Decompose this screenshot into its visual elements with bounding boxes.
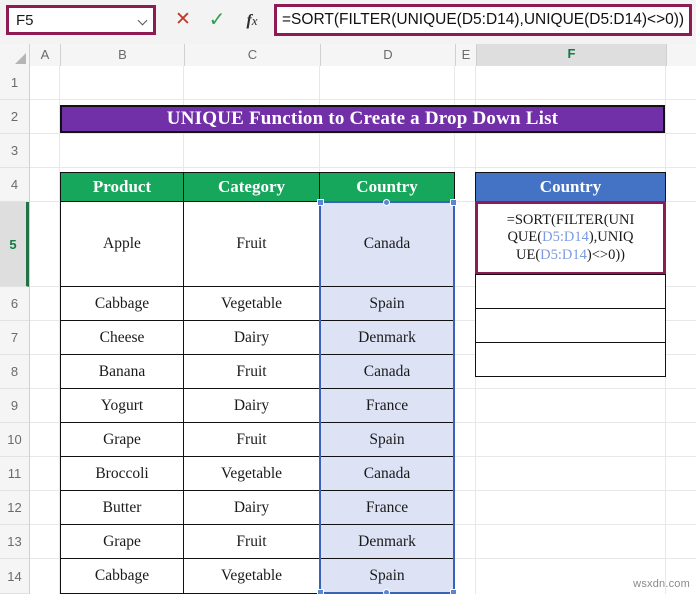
gridline-h xyxy=(30,133,696,134)
spreadsheet-grid: A B C D E F 1 2 3 4 5 6 7 8 9 10 11 12 1… xyxy=(0,44,696,594)
name-box[interactable]: F5 xyxy=(6,5,156,35)
row-header-11[interactable]: 11 xyxy=(0,457,29,491)
row-header-1[interactable]: 1 xyxy=(0,66,29,100)
row-header-strip: 1 2 3 4 5 6 7 8 9 10 11 12 13 14 xyxy=(0,66,30,594)
table-cell-country[interactable]: Spain xyxy=(319,422,455,457)
formula-line-2a: QUE( xyxy=(507,229,543,246)
table-cell-category[interactable]: Fruit xyxy=(183,422,320,457)
table-header-category: Category xyxy=(183,172,320,202)
table-cell-product[interactable]: Cheese xyxy=(60,320,184,355)
row-header-10[interactable]: 10 xyxy=(0,423,29,457)
column-header-d[interactable]: D xyxy=(321,44,456,66)
formula-line-1: =SORT(FILTER(UNI xyxy=(506,212,635,229)
column-header-c[interactable]: C xyxy=(185,44,321,66)
sheet-canvas[interactable]: UNIQUE Function to Create a Drop Down Li… xyxy=(30,66,696,594)
table-cell-product[interactable]: Grape xyxy=(60,422,184,457)
column-header-b[interactable]: B xyxy=(61,44,185,66)
row-header-3[interactable]: 3 xyxy=(0,134,29,168)
table-cell-category[interactable]: Dairy xyxy=(183,388,320,423)
formula-ref-2: D5:D14 xyxy=(540,246,587,263)
row-header-6[interactable]: 6 xyxy=(0,287,29,321)
row-header-2[interactable]: 2 xyxy=(0,100,29,134)
table-cell-product[interactable]: Cabbage xyxy=(60,286,184,321)
table-cell-category[interactable]: Vegetable xyxy=(183,456,320,491)
column-header-f[interactable]: F xyxy=(477,44,667,68)
select-all-corner[interactable] xyxy=(0,44,30,66)
table-cell-country[interactable]: Canada xyxy=(319,201,455,287)
gridline-h xyxy=(30,167,696,168)
table-cell-country[interactable]: Spain xyxy=(319,558,455,594)
cancel-icon[interactable]: ✕ xyxy=(171,9,195,31)
title-banner: UNIQUE Function to Create a Drop Down Li… xyxy=(60,105,665,133)
table-cell-category[interactable]: Vegetable xyxy=(183,558,320,594)
table-cell-country[interactable]: France xyxy=(319,388,455,423)
row-header-4[interactable]: 4 xyxy=(0,168,29,202)
active-cell-f5[interactable]: =SORT(FILTER(UNI QUE(D5:D14),UNIQ UE(D5:… xyxy=(475,201,666,275)
table-header-country: Country xyxy=(319,172,455,202)
row-header-12[interactable]: 12 xyxy=(0,491,29,525)
table-cell-country[interactable]: Denmark xyxy=(319,320,455,355)
formula-line-3b: )<>0)) xyxy=(586,246,625,263)
table-cell-product[interactable]: Apple xyxy=(60,201,184,287)
table-cell-product[interactable]: Banana xyxy=(60,354,184,389)
table-cell-category[interactable]: Dairy xyxy=(183,320,320,355)
column-header-e[interactable]: E xyxy=(456,44,477,66)
table-cell-country[interactable]: Canada xyxy=(319,456,455,491)
row-header-7[interactable]: 7 xyxy=(0,321,29,355)
column-header-strip: A B C D E F xyxy=(0,44,696,68)
watermark: wsxdn.com xyxy=(633,578,690,590)
active-cell-formula-text: =SORT(FILTER(UNI QUE(D5:D14),UNIQ UE(D5:… xyxy=(507,212,635,263)
output-cell-f6[interactable] xyxy=(475,274,666,309)
row-header-13[interactable]: 13 xyxy=(0,525,29,559)
name-box-value: F5 xyxy=(16,11,34,29)
formula-input[interactable]: =SORT(FILTER(UNIQUE(D5:D14),UNIQUE(D5:D1… xyxy=(274,4,692,36)
table-cell-country[interactable]: Denmark xyxy=(319,524,455,559)
row-header-8[interactable]: 8 xyxy=(0,355,29,389)
output-cell-f8[interactable] xyxy=(475,342,666,377)
table-cell-country[interactable]: France xyxy=(319,490,455,525)
enter-icon[interactable]: ✓ xyxy=(205,9,229,31)
table-cell-category[interactable]: Fruit xyxy=(183,201,320,287)
insert-function-icon[interactable]: fx xyxy=(240,9,264,31)
row-header-14[interactable]: 14 xyxy=(0,559,29,594)
formula-line-3a: UE( xyxy=(515,246,541,263)
table-cell-country[interactable]: Canada xyxy=(319,354,455,389)
table-cell-category[interactable]: Dairy xyxy=(183,490,320,525)
row-header-5[interactable]: 5 xyxy=(0,202,29,287)
formula-line-2b: ),UNIQ xyxy=(588,229,634,246)
table-cell-category[interactable]: Vegetable xyxy=(183,286,320,321)
output-cell-f7[interactable] xyxy=(475,308,666,343)
table-cell-product[interactable]: Broccoli xyxy=(60,456,184,491)
formula-bar-area: F5 ✕ ✓ fx =SORT(FILTER(UNIQUE(D5:D14),UN… xyxy=(0,0,696,45)
chevron-down-icon[interactable] xyxy=(138,15,149,26)
row-header-9[interactable]: 9 xyxy=(0,389,29,423)
table-cell-product[interactable]: Cabbage xyxy=(60,558,184,594)
formula-ref-1: D5:D14 xyxy=(542,229,589,246)
table-cell-country[interactable]: Spain xyxy=(319,286,455,321)
table-header-product: Product xyxy=(60,172,184,202)
formula-input-text: =SORT(FILTER(UNIQUE(D5:D14),UNIQUE(D5:D1… xyxy=(282,11,685,28)
gridline-h xyxy=(30,99,696,100)
output-header-country: Country xyxy=(475,172,666,202)
table-cell-product[interactable]: Butter xyxy=(60,490,184,525)
table-cell-category[interactable]: Fruit xyxy=(183,354,320,389)
table-cell-category[interactable]: Fruit xyxy=(183,524,320,559)
column-header-a[interactable]: A xyxy=(30,44,61,66)
table-cell-product[interactable]: Yogurt xyxy=(60,388,184,423)
table-cell-product[interactable]: Grape xyxy=(60,524,184,559)
